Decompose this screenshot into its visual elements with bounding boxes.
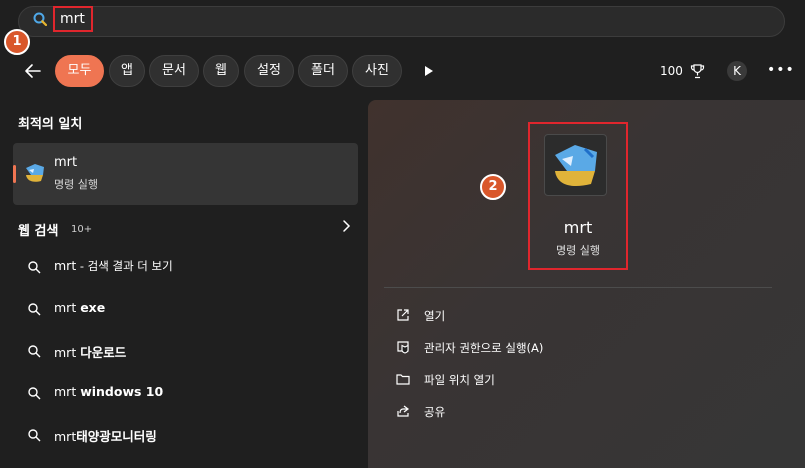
best-match-subtitle: 명령 실행 xyxy=(54,178,98,191)
shield-icon xyxy=(397,341,409,354)
filter-photos[interactable]: 사진 xyxy=(352,55,402,87)
web-result-label: mrt태양광모니터링 xyxy=(54,429,157,444)
play-icon[interactable] xyxy=(424,65,434,77)
selection-accent xyxy=(13,165,16,183)
search-icon xyxy=(28,429,41,442)
search-icon xyxy=(28,261,41,274)
filter-documents[interactable]: 문서 xyxy=(149,55,199,87)
web-result-label: mrt 다운로드 xyxy=(54,345,127,360)
mrt-app-icon xyxy=(26,164,44,182)
best-match-name: mrt xyxy=(54,155,78,170)
web-result[interactable]: mrt windows 10 xyxy=(13,376,358,412)
web-result-label: mrt windows 10 xyxy=(54,384,164,399)
filter-settings[interactable]: 설정 xyxy=(244,55,294,87)
web-result[interactable]: mrt exe xyxy=(13,292,358,328)
web-search-heading: 웹 검색 xyxy=(18,224,59,239)
filter-all[interactable]: 모두 xyxy=(55,55,104,87)
search-icon xyxy=(28,303,41,316)
share-icon xyxy=(397,405,409,417)
web-search-count: 10+ xyxy=(71,224,93,235)
folder-icon xyxy=(396,374,410,385)
back-arrow-icon[interactable] xyxy=(24,62,42,80)
step-badge-1: 1 xyxy=(4,29,30,55)
filter-web[interactable]: 웹 xyxy=(203,55,239,87)
avatar[interactable]: K xyxy=(727,61,747,81)
more-options-icon[interactable]: ••• xyxy=(767,62,795,78)
preview-app-name: mrt xyxy=(563,218,593,237)
web-result-label: mrt - 검색 결과 더 보기 xyxy=(54,258,173,273)
divider xyxy=(384,287,772,288)
open-external-icon xyxy=(397,309,409,321)
search-icon xyxy=(28,387,41,400)
preview-app-subtitle: 명령 실행 xyxy=(556,244,600,257)
web-result[interactable]: mrt 다운로드 xyxy=(13,334,358,370)
filter-folders[interactable]: 폴더 xyxy=(298,55,348,87)
best-match-card[interactable]: mrt 명령 실행 xyxy=(13,143,358,205)
web-result-label: mrt exe xyxy=(54,300,106,315)
web-result[interactable]: mrt태양광모니터링 xyxy=(13,418,358,454)
step-badge-2: 2 xyxy=(480,174,506,200)
chevron-right-icon[interactable] xyxy=(341,219,351,233)
search-input[interactable]: mrt xyxy=(53,6,93,32)
search-icon xyxy=(33,12,47,26)
best-match-heading: 최적의 일치 xyxy=(18,117,83,132)
search-icon xyxy=(28,345,41,358)
trophy-icon[interactable] xyxy=(690,64,705,79)
filter-apps[interactable]: 앱 xyxy=(109,55,145,87)
preview-panel: mrt 명령 실행 2 열기 관리자 권한으로 실행(A) 파일 위치 열기 공… xyxy=(368,100,805,468)
web-result[interactable]: mrt - 검색 결과 더 보기 xyxy=(13,250,358,286)
rewards-points: 100 xyxy=(660,64,683,78)
preview-icon-frame xyxy=(544,134,607,196)
search-bar[interactable] xyxy=(18,6,785,37)
mrt-app-icon xyxy=(555,145,597,187)
